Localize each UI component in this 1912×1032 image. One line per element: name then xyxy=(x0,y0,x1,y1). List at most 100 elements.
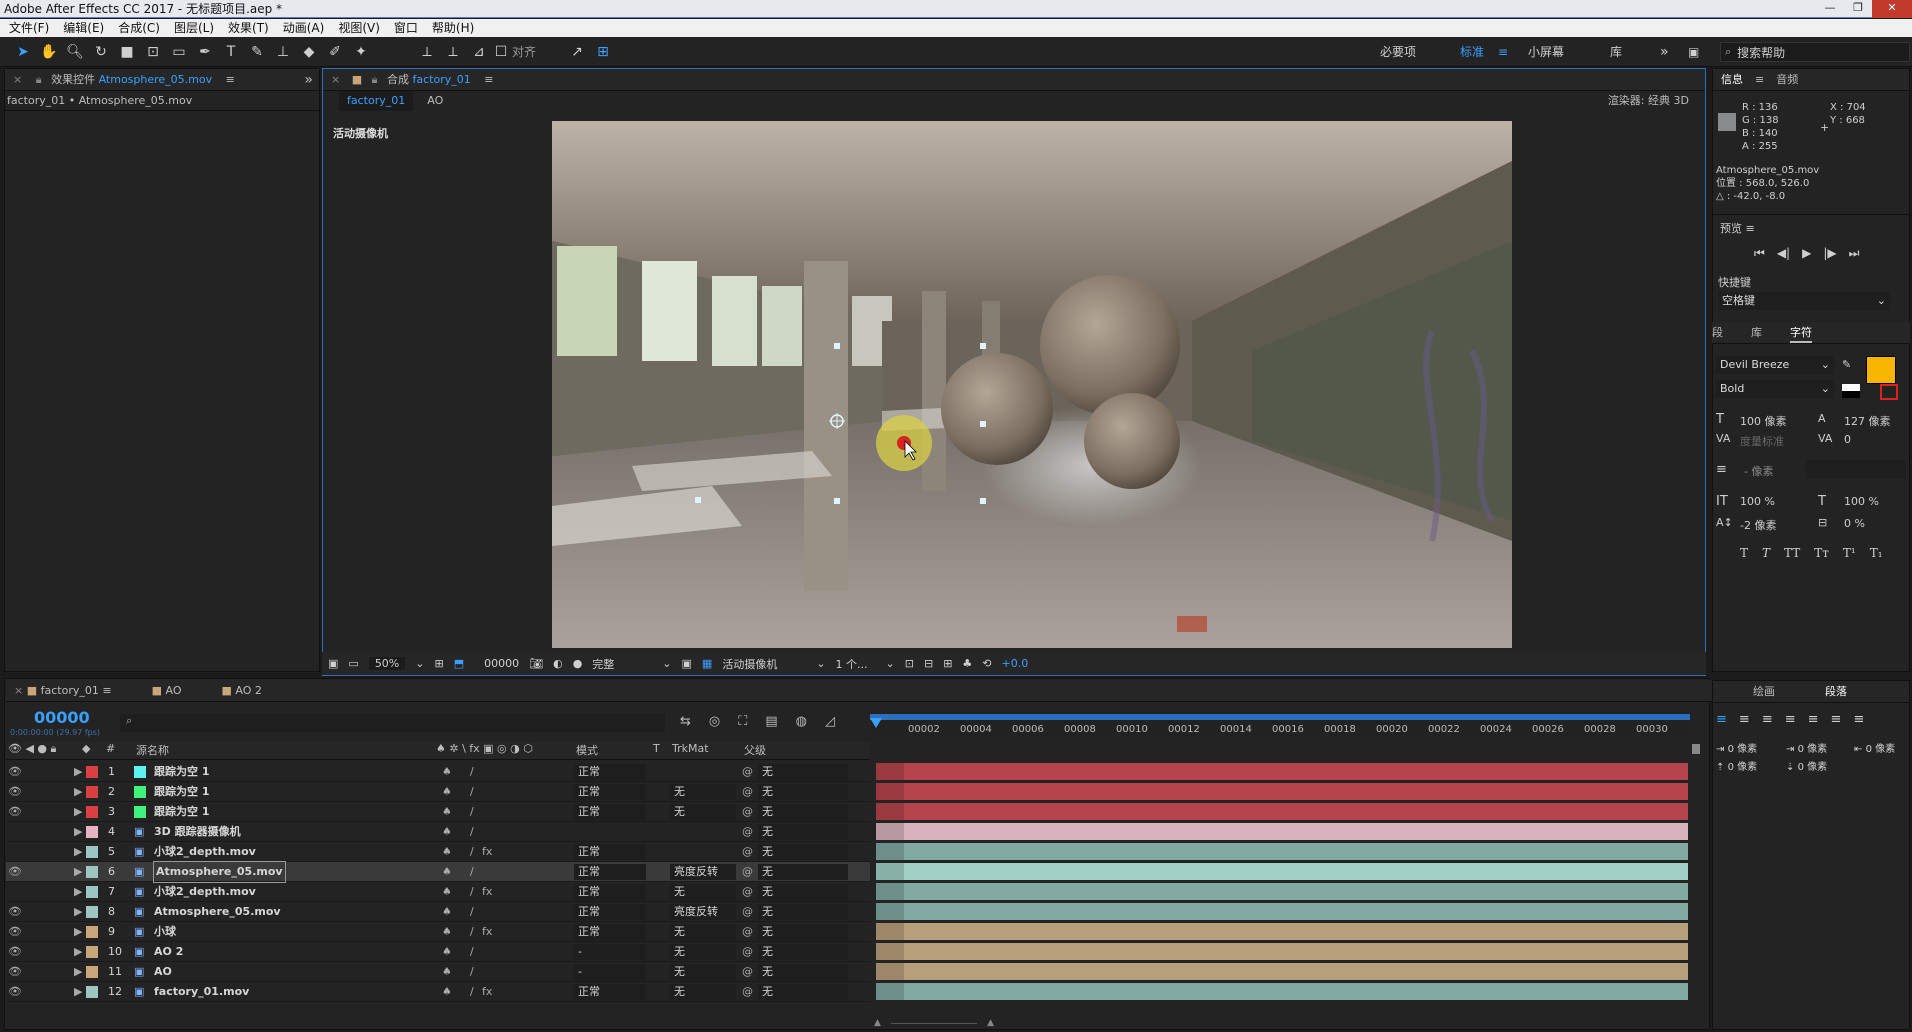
label-color-swatch[interactable] xyxy=(86,766,98,778)
blend-mode-dropdown[interactable]: 正常 xyxy=(574,984,646,1000)
blend-mode-dropdown[interactable]: 正常 xyxy=(574,904,646,920)
shortcut-dropdown[interactable]: 空格键 ⌄ xyxy=(1718,292,1890,310)
shy-switch-icon[interactable]: ♠ xyxy=(442,762,452,782)
shy-switch-icon[interactable]: ♠ xyxy=(442,922,452,942)
timeline-scrollbar[interactable] xyxy=(1690,742,1702,1002)
quality-switch-icon[interactable]: / xyxy=(470,842,474,862)
layer-row[interactable]: 👁︎ ▶ 8 ▣ Atmosphere_05.mov ♠ / 正常 亮度反转 @ 无 xyxy=(6,902,870,922)
current-time-display[interactable]: 00000 xyxy=(484,657,519,670)
label-color-swatch[interactable] xyxy=(86,966,98,978)
quality-switch-icon[interactable]: / xyxy=(470,822,474,842)
fill-color-swatch[interactable] xyxy=(1866,356,1896,384)
menu-effect[interactable]: 效果(T) xyxy=(221,19,276,37)
resolution-dropdown[interactable]: 完整 xyxy=(592,656,652,672)
menu-view[interactable]: 视图(V) xyxy=(331,19,387,37)
expand-arrow-icon[interactable]: ▶ xyxy=(74,762,82,782)
quality-switch-icon[interactable]: / xyxy=(470,902,474,922)
tab-info[interactable]: 信息 xyxy=(1721,69,1743,90)
parent-dropdown[interactable]: 无 xyxy=(758,984,848,1000)
font-size-value[interactable]: 100 像素 xyxy=(1740,413,1787,429)
panel-menu-icon[interactable]: ≡ xyxy=(1755,69,1764,90)
layer-duration-bar[interactable] xyxy=(876,843,1688,860)
quality-switch-icon[interactable]: / xyxy=(470,882,474,902)
pickwhip-icon[interactable]: @ xyxy=(742,982,753,1002)
layer-duration-bar[interactable] xyxy=(876,883,1688,900)
first-frame-icon[interactable]: ⏮ xyxy=(1754,246,1765,261)
layer-name[interactable]: 小球2_depth.mov xyxy=(154,842,256,862)
comp-mini-flowchart-icon[interactable]: ⇆ xyxy=(680,714,691,729)
parent-dropdown[interactable]: 无 xyxy=(758,924,848,940)
parent-dropdown[interactable]: 无 xyxy=(758,804,848,820)
view-dropdown[interactable]: 活动摄像机 xyxy=(722,656,806,672)
pickwhip-icon[interactable]: @ xyxy=(742,782,753,802)
workspace-essentials[interactable]: 必要项 xyxy=(1380,37,1416,67)
tab-library[interactable]: 库 xyxy=(1751,322,1762,343)
reset-exposure-icon[interactable]: ⟲ xyxy=(982,657,991,670)
subtab-ao[interactable]: AO xyxy=(427,91,443,111)
justify-all-icon[interactable]: ≡ xyxy=(1853,712,1864,727)
channel-icon[interactable]: ● xyxy=(573,657,583,670)
close-button[interactable]: ✕ xyxy=(1872,0,1912,18)
blend-mode-dropdown[interactable]: 正常 xyxy=(574,884,646,900)
layer-duration-bar[interactable] xyxy=(876,903,1688,920)
visibility-toggle[interactable]: 👁︎ xyxy=(8,922,22,942)
faux-italic-button[interactable]: T xyxy=(1762,546,1770,560)
label-color-swatch[interactable] xyxy=(86,986,98,998)
blend-mode-dropdown[interactable]: 正常 xyxy=(574,844,646,860)
blend-mode-dropdown[interactable]: 正常 xyxy=(574,804,646,820)
layer-duration-bar[interactable] xyxy=(876,823,1688,840)
pickwhip-icon[interactable]: @ xyxy=(742,822,753,842)
trkmat-dropdown[interactable]: 无 xyxy=(670,984,736,1000)
visibility-toggle[interactable]: 👁︎ xyxy=(8,962,22,982)
label-color-swatch[interactable] xyxy=(86,946,98,958)
time-ruler[interactable]: 00002 00004 00006 00008 00010 00012 00014 00016… xyxy=(870,712,1690,742)
layer-row[interactable]: 👁︎ ▶ 3 跟踪为空 1 ♠ / 正常 无 @ 无 xyxy=(6,802,870,822)
graph-editor-icon[interactable]: ◿ xyxy=(825,714,835,729)
quality-switch-icon[interactable]: / xyxy=(470,942,474,962)
quality-switch-icon[interactable]: / xyxy=(470,802,474,822)
zoom-slider[interactable]: ▲ ▲ xyxy=(874,1018,994,1028)
menu-window[interactable]: 窗口 xyxy=(387,19,425,37)
shy-switch-icon[interactable]: ♠ xyxy=(442,942,452,962)
expand-arrow-icon[interactable]: ▶ xyxy=(74,842,82,862)
indent-left-field[interactable]: ⇥ 0 像素 xyxy=(1716,740,1757,755)
layer-row[interactable]: 👁︎ ▶ 2 跟踪为空 1 ♠ / 正常 无 @ 无 xyxy=(6,782,870,802)
stroke-width-value[interactable]: - 像素 xyxy=(1744,463,1773,479)
snap-checkbox[interactable]: ☐ xyxy=(494,41,508,63)
shy-switch-icon[interactable]: ♠ xyxy=(442,862,452,882)
align-left-icon[interactable]: ≡ xyxy=(1716,712,1727,727)
shy-switch-icon[interactable]: ♠ xyxy=(442,982,452,1002)
flowchart-icon[interactable]: ♣ xyxy=(962,657,972,670)
effects-panel-tab[interactable]: × 🔒︎ 效果控件 Atmosphere_05.mov ≡ » xyxy=(5,69,319,91)
pickwhip-icon[interactable]: @ xyxy=(742,802,753,822)
font-family-dropdown[interactable]: Devil Breeze ⌄ xyxy=(1716,356,1834,374)
workspace-overflow-icon[interactable]: » xyxy=(1660,37,1669,67)
layer-row[interactable]: ▶ 7 ▣ 小球2_depth.mov ♠ / fx 正常 无 @ 无 xyxy=(6,882,870,902)
kerning-value[interactable]: 度量标准 xyxy=(1740,433,1784,449)
motion-blur-icon[interactable]: ◍ xyxy=(796,714,807,729)
expand-arrow-icon[interactable]: ▶ xyxy=(74,982,82,1002)
stroke-fill-dropdown[interactable] xyxy=(1806,460,1906,478)
shy-switch-icon[interactable]: ♠ xyxy=(442,962,452,982)
layer-name[interactable]: AO 2 xyxy=(154,942,183,962)
label-color-swatch[interactable] xyxy=(86,906,98,918)
label-color-swatch[interactable] xyxy=(86,806,98,818)
menu-edit[interactable]: 编辑(E) xyxy=(56,19,111,37)
trkmat-dropdown[interactable]: 亮度反转 xyxy=(670,864,736,880)
label-color-swatch[interactable] xyxy=(86,826,98,838)
visibility-toggle[interactable]: 👁︎ xyxy=(8,982,22,1002)
composition-viewer[interactable] xyxy=(552,121,1512,648)
justify-center-icon[interactable]: ≡ xyxy=(1808,712,1819,727)
fx-switch[interactable]: fx xyxy=(482,842,492,862)
layer-search-input[interactable]: ⌕ xyxy=(120,714,665,732)
menu-file[interactable]: 文件(F) xyxy=(2,19,56,37)
layer-duration-bar[interactable] xyxy=(876,863,1688,880)
visibility-toggle[interactable]: 👁︎ xyxy=(8,902,22,922)
layer-row[interactable]: 👁︎ ▶ 9 ▣ 小球 ♠ / fx 正常 无 @ 无 xyxy=(6,922,870,942)
pickwhip-icon[interactable]: @ xyxy=(742,882,753,902)
chevron-down-icon[interactable]: ⌄ xyxy=(886,657,895,670)
expand-arrow-icon[interactable]: ▶ xyxy=(74,802,82,822)
pickwhip-icon[interactable]: @ xyxy=(742,762,753,782)
parent-dropdown[interactable]: 无 xyxy=(758,784,848,800)
justify-left-icon[interactable]: ≡ xyxy=(1785,712,1796,727)
